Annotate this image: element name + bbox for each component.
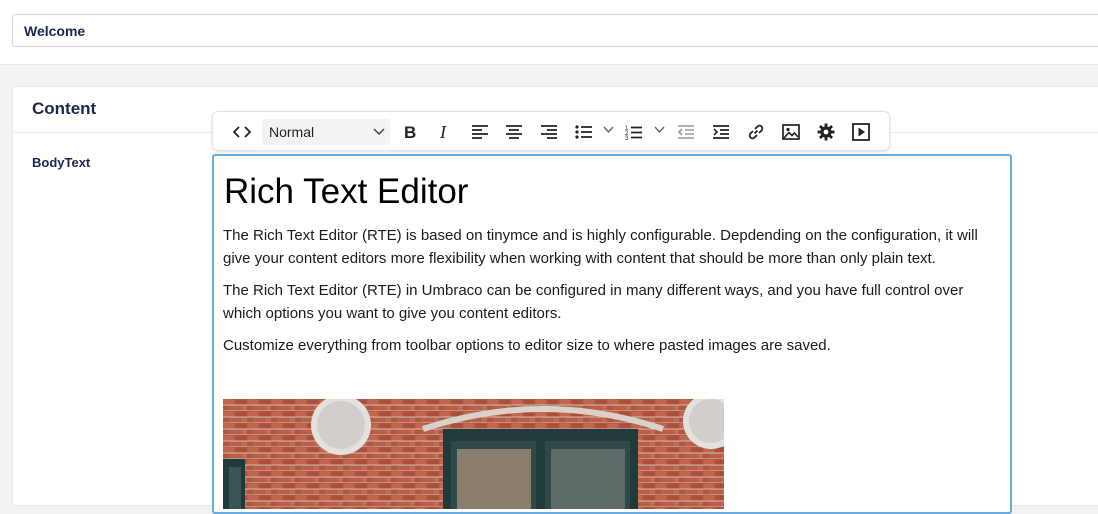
source-code-icon xyxy=(233,126,251,138)
outdent-button[interactable] xyxy=(672,118,700,146)
brick-building-photo xyxy=(223,399,724,509)
align-left-button[interactable] xyxy=(466,118,494,146)
link-button[interactable] xyxy=(742,118,770,146)
align-right-button[interactable] xyxy=(535,118,563,146)
content-group-title: Content xyxy=(32,99,97,118)
bold-icon: B xyxy=(404,124,416,140)
rte-toolbar: Normal B I 123 xyxy=(212,111,890,151)
rte-editor-area[interactable]: Rich Text Editor The Rich Text Editor (R… xyxy=(212,154,1012,514)
align-right-icon xyxy=(541,125,557,139)
settings-button[interactable] xyxy=(812,118,840,146)
align-center-icon xyxy=(506,125,522,139)
editor-heading: Rich Text Editor xyxy=(224,172,469,211)
bullet-list-button[interactable] xyxy=(570,118,598,146)
editor-paragraph-2: The Rich Text Editor (RTE) in Umbraco ca… xyxy=(223,282,964,322)
italic-button[interactable]: I xyxy=(430,118,458,146)
italic-icon: I xyxy=(439,124,447,140)
settings-icon xyxy=(817,123,835,141)
indent-button[interactable] xyxy=(707,118,735,146)
numbered-list-chevron-icon[interactable] xyxy=(654,126,665,134)
node-name-input[interactable] xyxy=(12,14,1098,47)
outdent-icon xyxy=(677,125,694,139)
numbered-list-button[interactable]: 123 xyxy=(620,118,648,146)
editor-paragraph-1: The Rich Text Editor (RTE) is based on t… xyxy=(223,227,978,267)
svg-text:B: B xyxy=(404,124,416,140)
bullet-list-chevron-icon[interactable] xyxy=(603,126,614,134)
align-left-icon xyxy=(472,125,488,139)
image-icon xyxy=(782,124,800,140)
source-code-button[interactable] xyxy=(228,118,256,146)
bodytext-label: BodyText xyxy=(32,155,91,170)
media-icon xyxy=(852,123,870,141)
link-icon xyxy=(748,124,764,140)
numbered-list-icon: 123 xyxy=(625,126,642,140)
svg-text:I: I xyxy=(439,124,447,140)
bold-button[interactable]: B xyxy=(396,118,424,146)
media-button[interactable] xyxy=(847,118,875,146)
chevron-down-icon xyxy=(373,128,385,136)
bullet-list-icon xyxy=(575,125,592,139)
header-divider xyxy=(0,64,1098,65)
indent-icon xyxy=(713,125,729,139)
image-button[interactable] xyxy=(777,118,805,146)
format-select-value: Normal xyxy=(269,124,315,140)
align-center-button[interactable] xyxy=(500,118,528,146)
embedded-image[interactable] xyxy=(223,399,724,509)
format-select[interactable]: Normal xyxy=(262,119,390,145)
editor-paragraph-3: Customize everything from toolbar option… xyxy=(223,337,831,354)
svg-text:3: 3 xyxy=(625,136,629,140)
